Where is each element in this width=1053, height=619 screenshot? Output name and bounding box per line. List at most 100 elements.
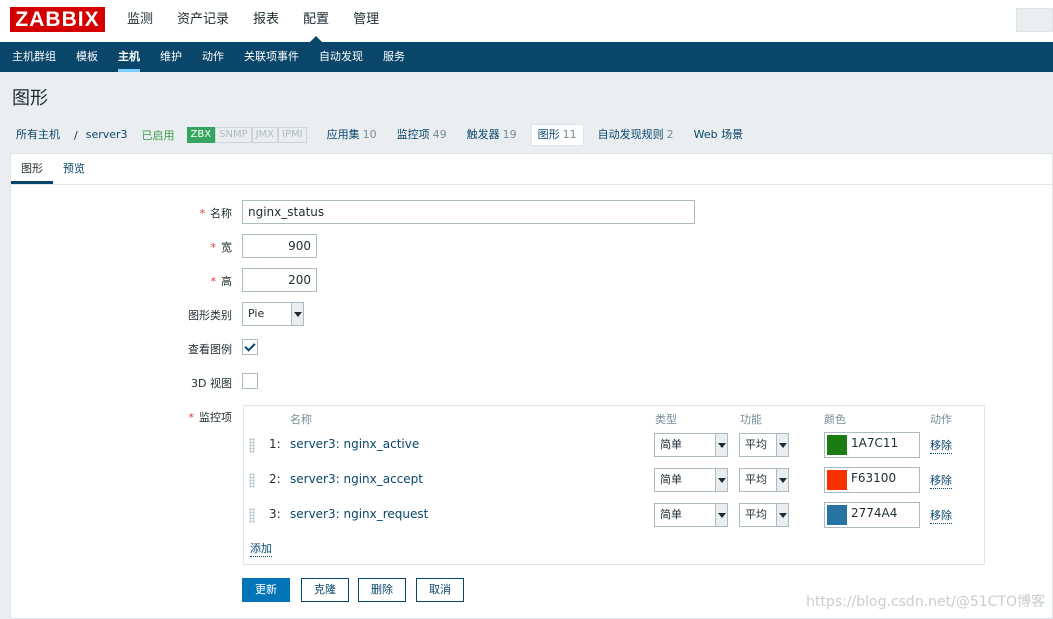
sub-menu: 主机群组 模板 主机 维护 动作 关联项事件 自动发现 服务 bbox=[0, 42, 1053, 72]
submenu-discovery[interactable]: 自动发现 bbox=[309, 42, 373, 72]
item-name-link[interactable]: server3: nginx_accept bbox=[290, 472, 423, 486]
remove-item-button[interactable]: 移除 bbox=[930, 507, 952, 524]
tab-graph[interactable]: 图形 bbox=[11, 154, 53, 184]
zabbix-logo[interactable]: ZABBIX bbox=[10, 7, 105, 32]
add-item-link[interactable]: 添加 bbox=[250, 540, 272, 557]
column-header-action: 动作 bbox=[930, 413, 952, 426]
chevron-down-icon bbox=[715, 434, 727, 456]
item-function-value: 平均 bbox=[745, 473, 767, 486]
menu-configuration[interactable]: 配置 bbox=[291, 0, 341, 42]
web-scenarios-label: Web 场景 bbox=[693, 128, 744, 141]
availability-badges: ZBX SNMP JMX IPMI bbox=[186, 127, 307, 143]
width-input[interactable]: 900 bbox=[242, 234, 317, 258]
applications-link[interactable]: 应用集 10 bbox=[321, 124, 383, 146]
item-type-select[interactable]: 简单 bbox=[654, 503, 728, 527]
items-link[interactable]: 监控项 49 bbox=[391, 124, 453, 146]
drag-handle-icon[interactable] bbox=[249, 508, 255, 523]
required-mark: * bbox=[210, 241, 217, 254]
name-input[interactable]: nginx_status bbox=[242, 200, 695, 224]
show-legend-label: 查看图例 bbox=[188, 343, 232, 356]
applications-label: 应用集 bbox=[326, 128, 360, 141]
show-legend-checkbox[interactable] bbox=[242, 339, 258, 355]
drag-handle-icon[interactable] bbox=[249, 473, 255, 488]
form-tabs: 图形 预览 bbox=[11, 154, 1052, 185]
clone-button[interactable]: 克隆 bbox=[301, 578, 349, 602]
column-header-name: 名称 bbox=[290, 413, 312, 426]
remove-item-button[interactable]: 移除 bbox=[930, 472, 952, 489]
item-color-picker[interactable]: 2774A4 bbox=[824, 502, 920, 528]
drag-handle-icon[interactable] bbox=[249, 438, 255, 453]
item-color-picker[interactable]: F63100 bbox=[824, 467, 920, 493]
submenu-correlation[interactable]: 关联项事件 bbox=[234, 42, 309, 72]
breadcrumb-separator: / bbox=[74, 128, 78, 142]
menu-reports[interactable]: 报表 bbox=[241, 0, 291, 42]
submenu-services[interactable]: 服务 bbox=[373, 42, 415, 72]
item-type-value: 简单 bbox=[660, 438, 682, 451]
color-swatch[interactable] bbox=[827, 435, 847, 455]
discovery-rules-link[interactable]: 自动发现规则 2 bbox=[592, 124, 680, 146]
graph-type-value: Pie bbox=[248, 307, 265, 320]
graph-form-panel: 图形 预览 * 名称 nginx_status * 宽 900 * 高 200 图形类… bbox=[10, 153, 1053, 619]
item-number: 3: bbox=[269, 507, 281, 521]
delete-button[interactable]: 删除 bbox=[358, 578, 406, 602]
tab-preview[interactable]: 预览 bbox=[53, 154, 95, 184]
item-type-value: 简单 bbox=[660, 473, 682, 486]
graph-type-select[interactable]: Pie bbox=[242, 302, 304, 326]
item-color-value: F63100 bbox=[851, 471, 897, 485]
graphs-link[interactable]: 图形 11 bbox=[530, 124, 584, 146]
menu-configuration-label: 配置 bbox=[303, 12, 330, 27]
menu-administration[interactable]: 管理 bbox=[341, 0, 391, 42]
submenu-maintenance[interactable]: 维护 bbox=[150, 42, 192, 72]
host-link[interactable]: server3 bbox=[86, 124, 134, 146]
items-label: * 监控项 bbox=[11, 409, 233, 425]
width-label-text: 宽 bbox=[221, 241, 232, 254]
width-label: * 宽 bbox=[11, 239, 233, 255]
jmx-badge: JMX bbox=[251, 127, 279, 143]
item-color-picker[interactable]: 1A7C11 bbox=[824, 432, 920, 458]
submenu-actions[interactable]: 动作 bbox=[192, 42, 234, 72]
color-swatch[interactable] bbox=[827, 505, 847, 525]
required-mark: * bbox=[199, 207, 206, 220]
host-status[interactable]: 已启用 bbox=[142, 127, 175, 143]
item-name-link[interactable]: server3: nginx_request bbox=[290, 507, 428, 521]
item-type-select[interactable]: 简单 bbox=[654, 468, 728, 492]
chevron-down-icon bbox=[715, 469, 727, 491]
column-header-function: 功能 bbox=[740, 413, 762, 426]
height-label-text: 高 bbox=[221, 275, 232, 288]
item-function-select[interactable]: 平均 bbox=[739, 468, 789, 492]
submenu-hosts[interactable]: 主机 bbox=[108, 42, 150, 72]
chevron-down-icon bbox=[715, 504, 727, 526]
watermark: https://blog.csdn.net/@51CTO博客 bbox=[806, 594, 1045, 610]
update-button[interactable]: 更新 bbox=[242, 578, 290, 602]
item-type-select[interactable]: 简单 bbox=[654, 433, 728, 457]
web-scenarios-link[interactable]: Web 场景 bbox=[688, 124, 749, 146]
main-menu: 监测 资产记录 报表 配置 管理 bbox=[115, 0, 391, 42]
search-input[interactable] bbox=[1016, 8, 1053, 32]
cancel-button[interactable]: 取消 bbox=[416, 578, 464, 602]
chevron-down-icon bbox=[776, 469, 788, 491]
all-hosts-link[interactable]: 所有主机 bbox=[10, 124, 66, 146]
triggers-link[interactable]: 触发器 19 bbox=[461, 124, 523, 146]
height-input[interactable]: 200 bbox=[242, 268, 317, 292]
item-row: 1: server3: nginx_active 简单 平均 1A7C11 移除 bbox=[244, 430, 984, 460]
menu-monitoring[interactable]: 监测 bbox=[115, 0, 165, 42]
item-function-select[interactable]: 平均 bbox=[739, 433, 789, 457]
required-mark: * bbox=[210, 275, 217, 288]
height-label: * 高 bbox=[11, 273, 233, 289]
item-name-link[interactable]: server3: nginx_active bbox=[290, 437, 419, 451]
menu-inventory[interactable]: 资产记录 bbox=[165, 0, 241, 42]
item-row: 3: server3: nginx_request 简单 平均 2774A4 移… bbox=[244, 500, 984, 530]
items-count: 49 bbox=[432, 128, 447, 141]
submenu-templates[interactable]: 模板 bbox=[66, 42, 108, 72]
remove-item-button[interactable]: 移除 bbox=[930, 437, 952, 454]
top-header: ZABBIX 监测 资产记录 报表 配置 管理 bbox=[0, 0, 1053, 42]
graph-type-label: 图形类别 bbox=[188, 309, 232, 322]
column-header-type: 类型 bbox=[655, 413, 677, 426]
column-header-color: 颜色 bbox=[824, 413, 846, 426]
view3d-label: 3D 视图 bbox=[191, 377, 232, 390]
submenu-host-groups[interactable]: 主机群组 bbox=[2, 42, 66, 72]
color-swatch[interactable] bbox=[827, 470, 847, 490]
discovery-rules-count: 2 bbox=[666, 128, 674, 141]
view3d-checkbox[interactable] bbox=[242, 373, 258, 389]
item-function-select[interactable]: 平均 bbox=[739, 503, 789, 527]
